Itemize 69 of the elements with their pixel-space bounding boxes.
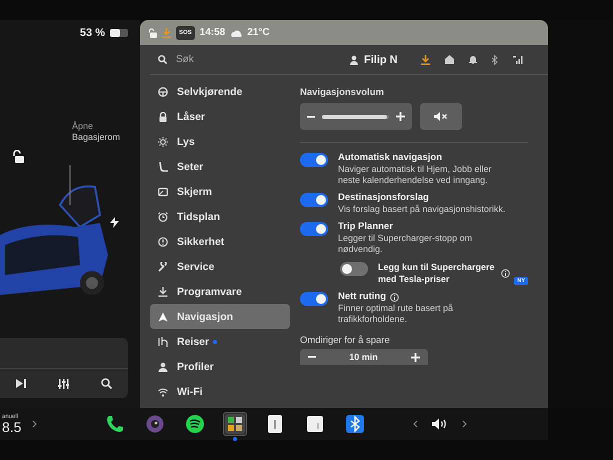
garage-icon[interactable] (444, 55, 454, 64)
search-field[interactable]: Søk (176, 54, 256, 65)
sidebar-item[interactable]: Navigasjon (150, 304, 290, 329)
trunk-action[interactable]: Åpne (72, 121, 120, 132)
sidebar-item[interactable]: Wi-Fi (150, 379, 290, 404)
chevron-right-icon[interactable] (462, 420, 467, 428)
sidebar-item[interactable]: Service (150, 254, 290, 279)
toggle-switch[interactable] (300, 193, 328, 207)
toggle-switch[interactable] (300, 153, 328, 167)
toggle-switch[interactable] (340, 262, 368, 276)
setting-description: Naviger automatisk til Hjem, Jobb eller neste kalenderhendelse ved inngang. (338, 164, 493, 186)
trunk-label[interactable]: Bagasjerom (72, 132, 120, 143)
person-icon[interactable] (350, 54, 360, 64)
info-icon[interactable] (501, 268, 510, 278)
info-icon[interactable] (390, 292, 400, 302)
dock-app[interactable] (343, 412, 367, 436)
equalizer-icon[interactable] (58, 378, 69, 388)
section-label: Navigasjonsvolum (300, 87, 385, 98)
speed-reading: 8.5 (2, 420, 22, 434)
speaker-icon[interactable] (432, 418, 448, 430)
profile-name[interactable]: Filip N (364, 54, 398, 66)
download-icon[interactable] (420, 54, 430, 64)
bluetooth-icon[interactable] (492, 54, 498, 64)
volume-slider[interactable] (300, 103, 412, 130)
sidebar-item[interactable]: Lys (150, 129, 290, 154)
temperature: 21°C (247, 27, 270, 38)
search-icon[interactable] (101, 378, 112, 389)
unlock-icon (148, 28, 157, 38)
setting-title: Nett ruting (338, 291, 386, 303)
chevron-right-icon[interactable] (32, 420, 37, 428)
setting-description: Vis forslag basert på navigasjonshistorikk. (338, 204, 506, 215)
sidebar-item[interactable]: Sikkerhet (150, 229, 290, 254)
toggle-switch[interactable] (300, 292, 328, 306)
download-icon (162, 28, 171, 38)
search-icon (158, 55, 167, 64)
active-dot (233, 437, 237, 441)
skip-next-icon[interactable] (16, 379, 26, 388)
signal-icon (512, 55, 524, 64)
charging-icon (110, 217, 119, 228)
stepper-field[interactable]: 10 min (300, 349, 428, 365)
sidebar-item[interactable]: Tidsplan (150, 204, 290, 229)
toggle-switch[interactable] (300, 222, 328, 236)
battery-percent: 53 % (80, 26, 105, 38)
plus-icon[interactable] (396, 112, 405, 121)
clock: 14:58 (200, 27, 226, 38)
setting-title: Legg kun til Superchargere med Tesla-priser (378, 261, 496, 285)
sidebar-item[interactable]: Skjerm (150, 179, 290, 204)
chevron-left-icon[interactable] (413, 420, 418, 428)
setting-title: Automatisk navigasjon (338, 152, 442, 164)
sidebar-item[interactable]: Reiser (150, 329, 290, 354)
sidebar-item[interactable]: Seter (150, 154, 290, 179)
speaker-mute-icon (434, 112, 448, 121)
sidebar-item[interactable]: Profiler (150, 354, 290, 379)
bell-icon[interactable] (468, 55, 477, 64)
setting-title: Trip Planner (338, 221, 393, 233)
setting-description: Finner optimal rute basert på trafikkforholdene. (338, 303, 454, 325)
battery-icon (110, 28, 128, 36)
sidebar-item[interactable]: Selvkjørende (150, 79, 290, 104)
sidebar-item[interactable]: Låser (150, 104, 290, 129)
weather-icon (230, 28, 242, 36)
plus-icon[interactable] (410, 352, 420, 362)
dock-app[interactable] (183, 412, 207, 436)
minus-icon[interactable] (307, 116, 315, 118)
sidebar-item[interactable]: Programvare (150, 279, 290, 304)
setting-description: Legger til Supercharger-stopp om nødvendig. (338, 233, 474, 255)
unlock-icon[interactable] (12, 150, 24, 163)
section-label: Omdiriger for å spare (300, 335, 391, 346)
mute-button[interactable] (420, 103, 462, 130)
setting-title: Destinasjonsforslag (338, 192, 429, 204)
